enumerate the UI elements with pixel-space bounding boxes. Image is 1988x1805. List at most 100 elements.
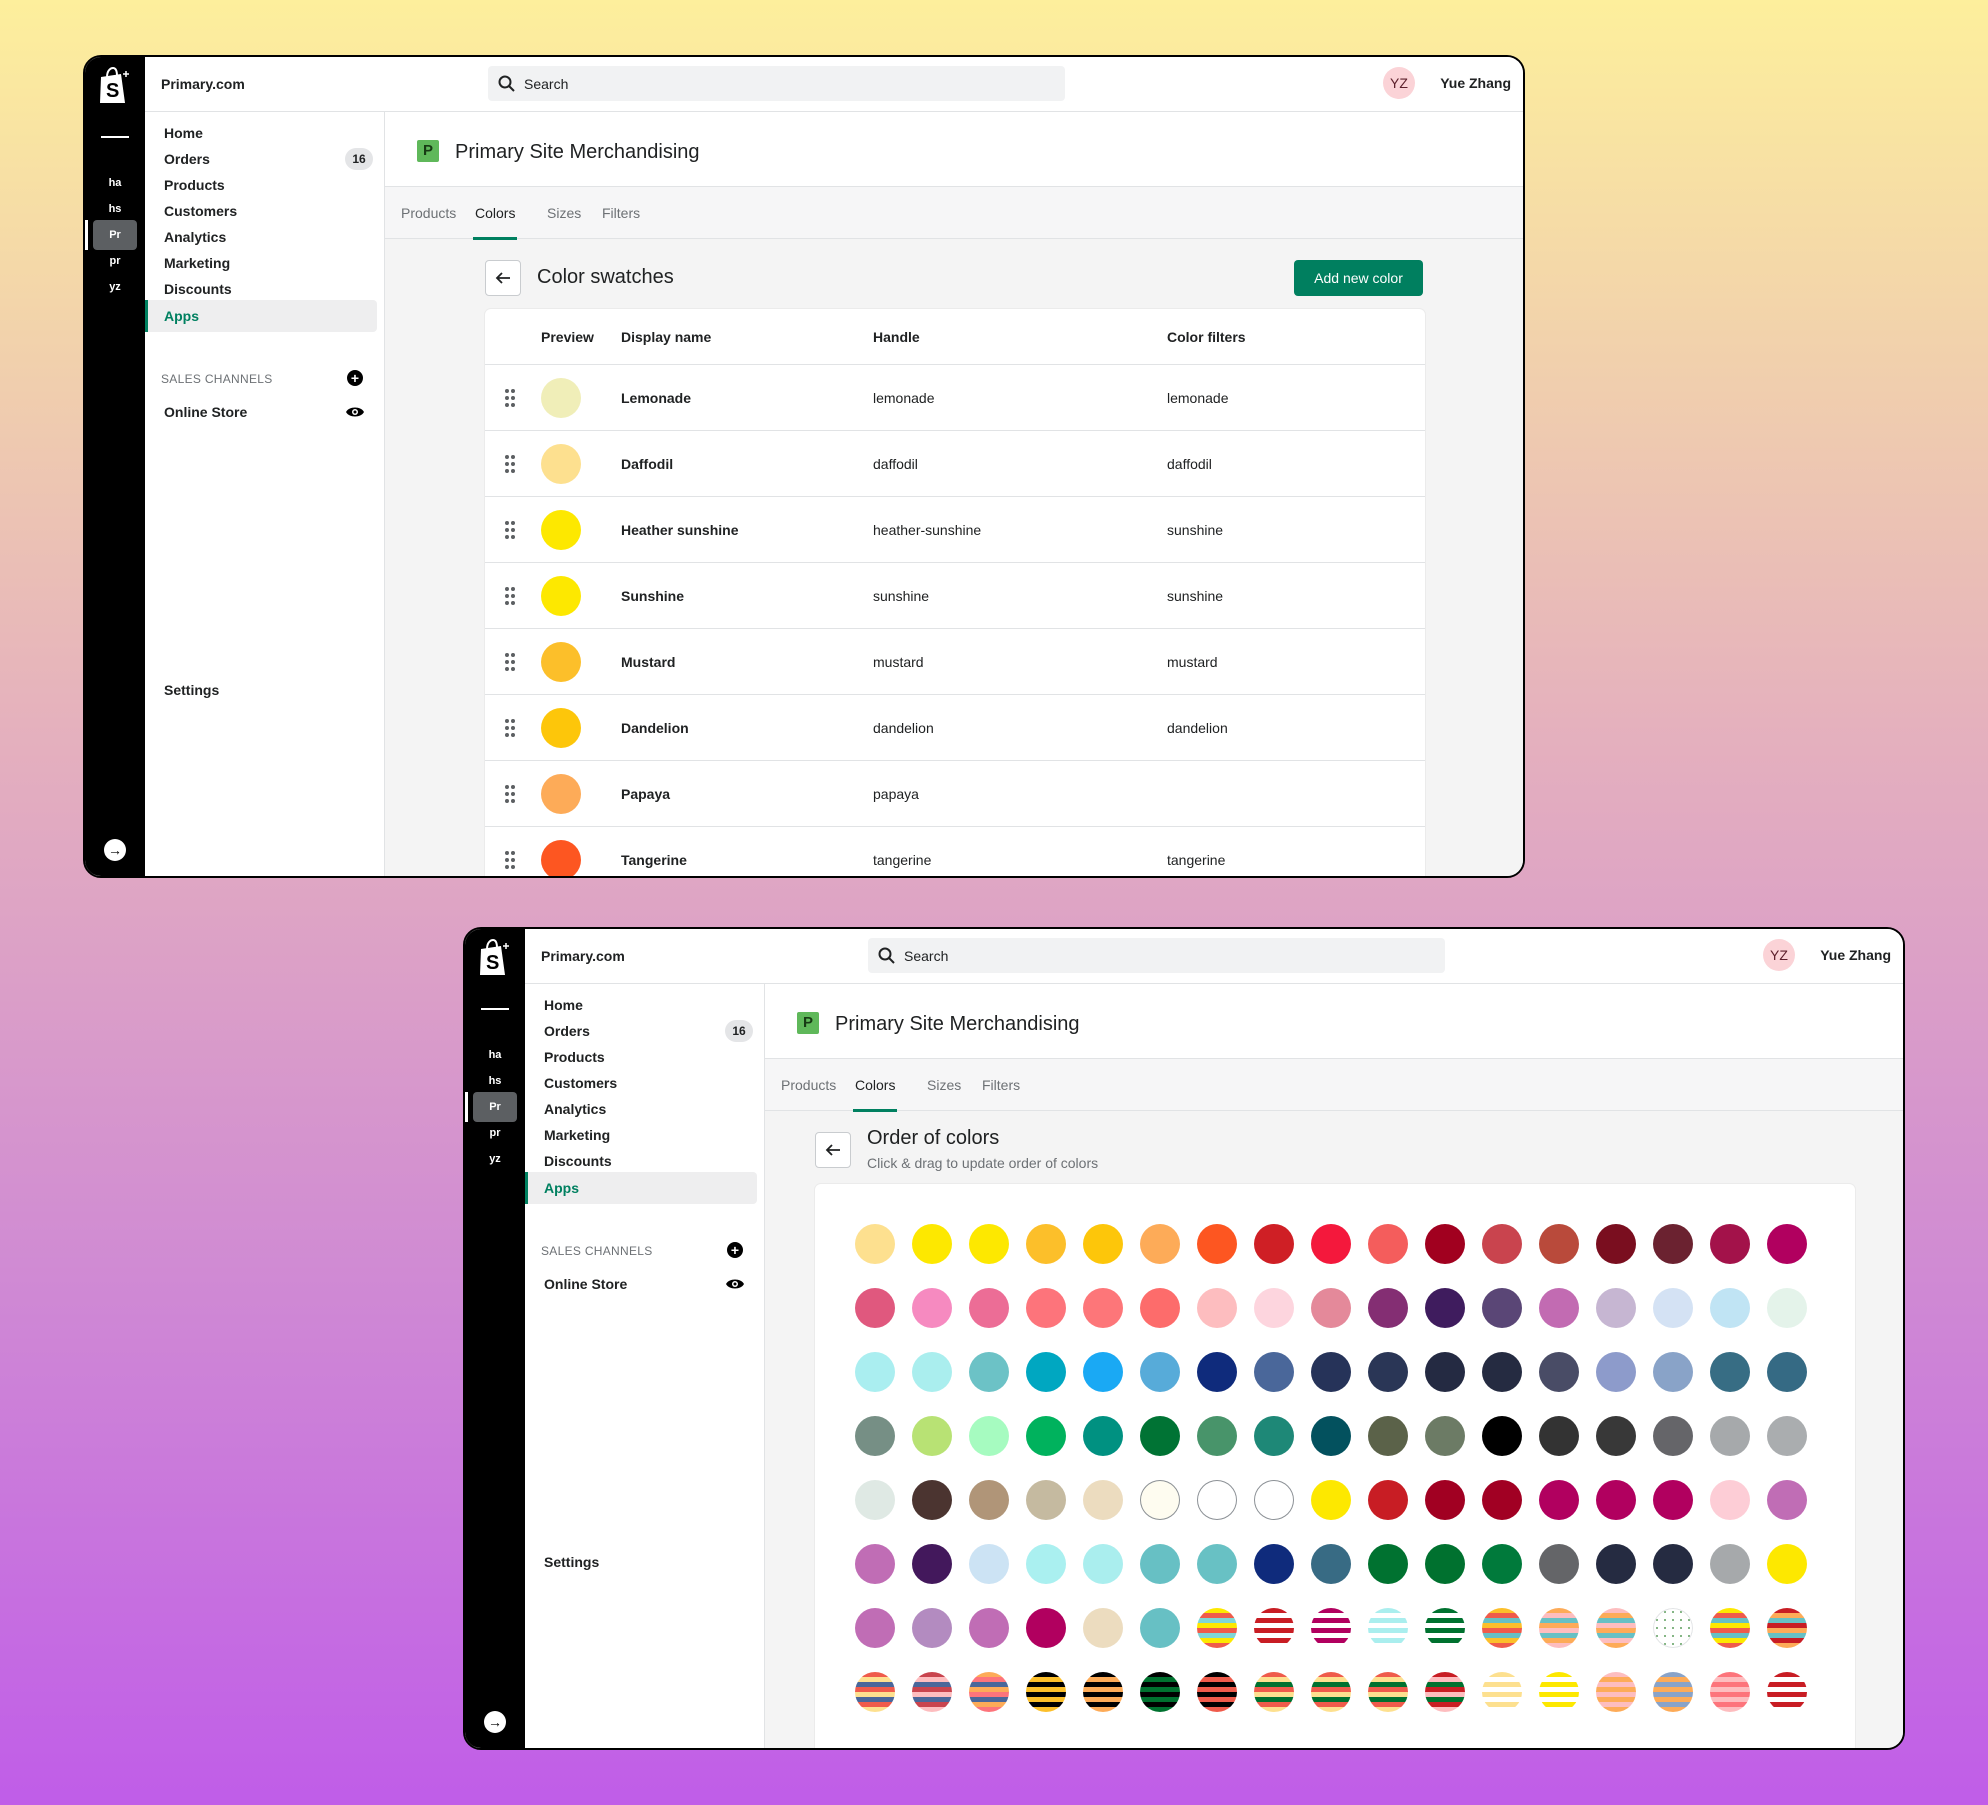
striped-color-swatch[interactable] — [969, 1672, 1009, 1712]
tab-filters[interactable]: Filters — [602, 205, 640, 221]
table-row[interactable]: Daffodil daffodil daffodil — [485, 431, 1425, 497]
color-swatch[interactable] — [1254, 1416, 1294, 1456]
table-row[interactable]: Papaya papaya — [485, 761, 1425, 827]
color-swatch[interactable] — [855, 1608, 895, 1648]
color-swatch[interactable] — [1710, 1224, 1750, 1264]
striped-color-swatch[interactable] — [1026, 1672, 1066, 1712]
striped-color-swatch[interactable] — [1311, 1672, 1351, 1712]
striped-color-swatch[interactable] — [1368, 1672, 1408, 1712]
color-swatch[interactable] — [969, 1224, 1009, 1264]
color-swatch[interactable] — [1539, 1416, 1579, 1456]
striped-color-swatch[interactable] — [1710, 1672, 1750, 1712]
color-swatch[interactable] — [969, 1288, 1009, 1328]
color-swatch[interactable] — [1026, 1288, 1066, 1328]
color-swatch[interactable] — [1197, 1480, 1237, 1520]
color-swatch[interactable] — [1710, 1288, 1750, 1328]
color-swatch[interactable] — [1083, 1608, 1123, 1648]
striped-color-swatch[interactable] — [1368, 1608, 1408, 1648]
color-swatch[interactable] — [1653, 1288, 1693, 1328]
color-swatch[interactable] — [1311, 1416, 1351, 1456]
color-swatch[interactable] — [1083, 1352, 1123, 1392]
tab-filters[interactable]: Filters — [982, 1077, 1020, 1093]
search-input[interactable]: Search — [488, 66, 1065, 101]
color-swatch[interactable] — [1311, 1224, 1351, 1264]
expand-arrow-icon[interactable]: → — [104, 839, 126, 861]
color-swatch[interactable] — [912, 1224, 952, 1264]
color-swatch[interactable] — [1083, 1544, 1123, 1584]
color-swatch[interactable] — [855, 1416, 895, 1456]
striped-color-swatch[interactable] — [1767, 1608, 1807, 1648]
color-swatch[interactable] — [1767, 1416, 1807, 1456]
color-swatch[interactable] — [1197, 1224, 1237, 1264]
striped-color-swatch[interactable] — [1140, 1672, 1180, 1712]
color-swatch[interactable] — [1140, 1480, 1180, 1520]
striped-color-swatch[interactable] — [1596, 1672, 1636, 1712]
color-swatch[interactable] — [1596, 1416, 1636, 1456]
striped-color-swatch[interactable] — [1482, 1608, 1522, 1648]
striped-color-swatch[interactable] — [1425, 1672, 1465, 1712]
color-swatch[interactable] — [1710, 1416, 1750, 1456]
striped-color-swatch[interactable] — [1197, 1608, 1237, 1648]
color-swatch[interactable] — [1140, 1608, 1180, 1648]
color-swatch[interactable] — [1368, 1416, 1408, 1456]
color-swatch[interactable] — [1254, 1480, 1294, 1520]
color-swatch[interactable] — [1197, 1416, 1237, 1456]
color-swatch[interactable] — [1482, 1480, 1522, 1520]
drag-handle-icon[interactable] — [505, 455, 515, 473]
color-swatch[interactable] — [1254, 1224, 1294, 1264]
color-swatch[interactable] — [855, 1224, 895, 1264]
color-swatch[interactable] — [1482, 1224, 1522, 1264]
color-swatch[interactable] — [1197, 1544, 1237, 1584]
color-swatch[interactable] — [1083, 1224, 1123, 1264]
color-swatch[interactable] — [1425, 1288, 1465, 1328]
table-row[interactable]: Lemonade lemonade lemonade — [485, 365, 1425, 431]
color-swatch[interactable] — [1596, 1224, 1636, 1264]
sidebar-item-apps[interactable]: Apps — [525, 1172, 757, 1204]
color-swatch[interactable] — [1026, 1480, 1066, 1520]
color-swatch[interactable] — [1539, 1224, 1579, 1264]
color-swatch[interactable] — [1425, 1544, 1465, 1584]
color-swatch[interactable] — [1767, 1224, 1807, 1264]
tab-sizes[interactable]: Sizes — [547, 205, 581, 221]
color-swatch[interactable] — [855, 1544, 895, 1584]
back-button[interactable] — [815, 1132, 851, 1168]
striped-color-swatch[interactable] — [855, 1672, 895, 1712]
color-swatch[interactable] — [1710, 1352, 1750, 1392]
color-swatch[interactable] — [1482, 1544, 1522, 1584]
add-new-color-button[interactable]: Add new color — [1294, 260, 1423, 296]
striped-color-swatch[interactable] — [1539, 1672, 1579, 1712]
color-swatch[interactable] — [1368, 1352, 1408, 1392]
color-swatch[interactable] — [1140, 1416, 1180, 1456]
table-row[interactable]: Sunshine sunshine sunshine — [485, 563, 1425, 629]
color-swatch[interactable] — [969, 1544, 1009, 1584]
dotted-color-swatch[interactable] — [1653, 1608, 1693, 1648]
eye-icon[interactable] — [725, 1277, 745, 1291]
color-swatch[interactable] — [1653, 1224, 1693, 1264]
table-row[interactable]: Tangerine tangerine tangerine — [485, 827, 1425, 876]
tab-colors[interactable]: Colors — [852, 1077, 898, 1112]
color-swatch[interactable] — [1425, 1224, 1465, 1264]
color-swatch[interactable] — [912, 1352, 952, 1392]
striped-color-swatch[interactable] — [1311, 1608, 1351, 1648]
color-swatch[interactable] — [1596, 1352, 1636, 1392]
color-swatch[interactable] — [969, 1480, 1009, 1520]
color-swatch[interactable] — [1482, 1416, 1522, 1456]
striped-color-swatch[interactable] — [1254, 1608, 1294, 1648]
color-swatch[interactable] — [912, 1480, 952, 1520]
color-swatch[interactable] — [912, 1544, 952, 1584]
striped-color-swatch[interactable] — [1254, 1672, 1294, 1712]
color-swatch[interactable] — [1653, 1352, 1693, 1392]
color-swatch[interactable] — [1311, 1288, 1351, 1328]
color-swatch[interactable] — [1368, 1544, 1408, 1584]
striped-color-swatch[interactable] — [1197, 1672, 1237, 1712]
tab-colors[interactable]: Colors — [472, 205, 518, 240]
color-swatch[interactable] — [1596, 1544, 1636, 1584]
color-swatch[interactable] — [1425, 1352, 1465, 1392]
striped-color-swatch[interactable] — [1710, 1608, 1750, 1648]
striped-color-swatch[interactable] — [1083, 1672, 1123, 1712]
color-swatch[interactable] — [1368, 1288, 1408, 1328]
search-input[interactable]: Search — [868, 938, 1445, 973]
table-row[interactable]: Heather sunshine heather-sunshine sunshine — [485, 497, 1425, 563]
color-swatch[interactable] — [855, 1288, 895, 1328]
tab-products[interactable]: Products — [401, 205, 456, 221]
